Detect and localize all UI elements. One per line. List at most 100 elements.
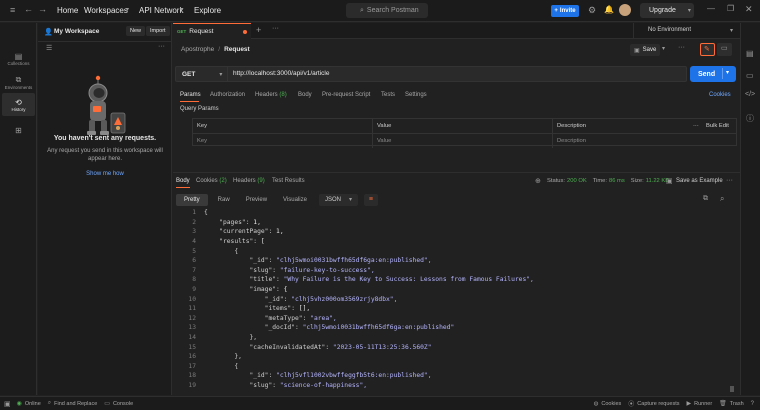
- tab-authorization[interactable]: Authorization: [210, 92, 245, 98]
- rail-item-environments[interactable]: ⧉ Environments: [2, 71, 35, 94]
- workspace-name[interactable]: My Workspace: [54, 28, 99, 35]
- comments-icon[interactable]: ▭: [746, 71, 754, 80]
- chevron-down-icon[interactable]: ▾: [662, 45, 665, 52]
- cookies-button[interactable]: Cookies: [601, 401, 621, 407]
- top-bar: ≡ ← → Home Workspaces ▾ API Network ▾ Ex…: [0, 0, 760, 22]
- nav-home[interactable]: Home: [57, 6, 78, 15]
- tab-method: GET: [177, 29, 187, 34]
- code-text: },: [204, 334, 258, 342]
- response-time[interactable]: 86 ms: [609, 178, 625, 184]
- maximize-icon[interactable]: ❐: [727, 4, 734, 13]
- gear-icon[interactable]: ⚙: [588, 5, 596, 16]
- chevron-down-icon[interactable]: ▾: [726, 69, 729, 76]
- send-button[interactable]: Send ▾: [690, 66, 736, 82]
- runner-button[interactable]: Runner: [694, 401, 712, 407]
- cookies-icon: ◍: [593, 400, 599, 407]
- bell-icon[interactable]: 🔔: [604, 5, 614, 14]
- left-rail: ▤ Collections ⧉ Environments ⟲ History ⊞: [0, 23, 37, 395]
- method-select[interactable]: GET ▾: [176, 67, 228, 81]
- response-tab-cookies[interactable]: Cookies (2): [196, 178, 227, 184]
- breadcrumb-parent[interactable]: Apostrophe: [181, 46, 214, 53]
- tab-headers[interactable]: Headers (8): [255, 92, 287, 98]
- code-text: {: [204, 247, 239, 255]
- breadcrumb-current[interactable]: Request: [224, 46, 250, 53]
- value-input[interactable]: Value: [373, 134, 553, 148]
- forward-arrow-icon[interactable]: →: [38, 4, 47, 14]
- sidebar-toggle-icon[interactable]: ▣: [4, 400, 11, 408]
- key-input[interactable]: Key: [193, 134, 373, 148]
- view-tab-raw[interactable]: Raw: [212, 194, 236, 206]
- cookies-link[interactable]: Cookies: [709, 92, 731, 98]
- rail-item-apps[interactable]: ⊞: [2, 119, 35, 142]
- environment-selector[interactable]: No Environment ▾: [633, 23, 740, 39]
- save-icon: ▣: [666, 178, 673, 185]
- online-status[interactable]: Online: [25, 401, 41, 407]
- search-bar[interactable]: ⌕ Search Postman: [346, 3, 428, 18]
- save-as-example-button[interactable]: Save as Example: [676, 178, 723, 184]
- bulk-edit-button[interactable]: Bulk Edit: [706, 123, 729, 129]
- response-tab-test-results[interactable]: Test Results: [272, 178, 305, 184]
- upgrade-button[interactable]: Upgrade ▾: [640, 3, 694, 18]
- response-tab-headers[interactable]: Headers (9): [233, 178, 265, 184]
- rail-item-history[interactable]: ⟲ History: [2, 93, 35, 116]
- line-number: 15: [188, 343, 196, 351]
- line-number: 13: [188, 324, 196, 332]
- filter-icon[interactable]: ☰: [46, 44, 52, 52]
- chevron-down-icon: ▾: [730, 28, 734, 34]
- wrap-lines-icon[interactable]: ≡: [363, 193, 378, 206]
- show-me-how-link[interactable]: Show me how: [38, 171, 172, 177]
- view-tab-visualize[interactable]: Visualize: [277, 194, 313, 206]
- description-input[interactable]: Description: [553, 134, 736, 148]
- unsaved-dot-icon: [243, 29, 248, 34]
- status-badge[interactable]: 200 OK: [567, 178, 587, 184]
- invite-button[interactable]: + Invite: [551, 5, 579, 17]
- scrollbar[interactable]: [730, 386, 734, 392]
- avatar[interactable]: [619, 4, 631, 16]
- nav-explore[interactable]: Explore: [194, 6, 221, 15]
- capture-requests-button[interactable]: Capture requests: [637, 401, 679, 407]
- import-button[interactable]: Import: [146, 26, 170, 36]
- nav-workspaces[interactable]: Workspaces: [84, 6, 128, 15]
- code-text: "_docId": "clhj5wmoi0031bwffh65df6ga:en:…: [204, 324, 455, 332]
- documentation-icon[interactable]: ▤: [746, 49, 754, 58]
- trash-button[interactable]: Trash: [730, 401, 744, 407]
- view-tab-preview[interactable]: Preview: [240, 194, 273, 206]
- tab-pre-request-script[interactable]: Pre-request Script: [322, 92, 370, 98]
- tab-settings[interactable]: Settings: [405, 92, 427, 98]
- edit-button[interactable]: ✎: [700, 43, 715, 56]
- more-icon[interactable]: ···: [693, 123, 699, 129]
- more-icon[interactable]: ···: [726, 177, 733, 184]
- help-icon[interactable]: ?: [751, 401, 754, 407]
- code-text: "slug": "failure-key-to-success",: [204, 266, 375, 274]
- response-tab-body[interactable]: Body: [176, 178, 190, 184]
- tab-body[interactable]: Body: [298, 92, 312, 98]
- docs-button[interactable]: ▭: [717, 43, 732, 56]
- new-button[interactable]: New: [126, 26, 146, 36]
- find-replace-button[interactable]: Find and Replace: [54, 401, 97, 407]
- search-icon[interactable]: ⌕: [720, 194, 724, 204]
- url-input[interactable]: http://localhost:3000/api/v1/article: [233, 70, 329, 77]
- tab-tests[interactable]: Tests: [381, 92, 395, 98]
- back-arrow-icon[interactable]: ←: [24, 4, 33, 14]
- more-tabs-icon[interactable]: ···: [272, 25, 279, 32]
- tab-params[interactable]: Params: [180, 92, 201, 98]
- url-bar: GET ▾ http://localhost:3000/api/v1/artic…: [175, 66, 687, 82]
- format-select[interactable]: JSON ▾: [318, 193, 358, 206]
- menu-icon[interactable]: ≡: [10, 5, 15, 15]
- minimize-icon[interactable]: —: [707, 4, 715, 13]
- code-icon[interactable]: </>: [745, 91, 755, 98]
- nav-api-network[interactable]: API Network: [139, 6, 183, 15]
- more-icon[interactable]: ···: [678, 44, 685, 51]
- save-button[interactable]: ▣ Save: [630, 44, 661, 56]
- add-tab-icon[interactable]: +: [256, 25, 261, 35]
- line-number: 12: [188, 314, 196, 322]
- more-icon[interactable]: ···: [158, 43, 165, 50]
- close-icon[interactable]: ✕: [745, 4, 753, 15]
- info-icon[interactable]: ⓘ: [746, 113, 754, 124]
- copy-icon[interactable]: ⧉: [703, 195, 708, 203]
- rail-item-collections[interactable]: ▤ Collections: [2, 47, 35, 70]
- response-body[interactable]: 1{2 "pages": 1, 3 "currentPage": 1, 4 "res…: [176, 206, 736, 395]
- tab-request[interactable]: GET Request: [173, 23, 251, 39]
- console-button[interactable]: Console: [113, 401, 133, 407]
- view-tab-pretty[interactable]: Pretty: [176, 193, 208, 206]
